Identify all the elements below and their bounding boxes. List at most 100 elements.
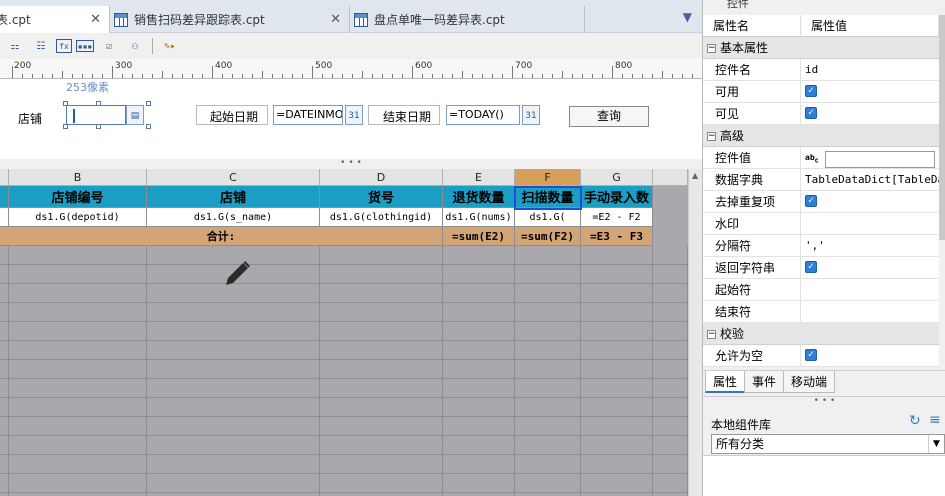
store-combo[interactable] [66,105,126,125]
panel-split-handle[interactable]: • • • [703,396,945,406]
empty-cell[interactable] [653,455,688,474]
tab-properties[interactable]: 属性 [705,371,746,393]
empty-cell[interactable] [443,246,515,265]
empty-cell[interactable] [9,474,147,493]
empty-cell[interactable] [9,303,147,322]
allow-empty-checkbox[interactable]: ✓ [805,349,817,361]
end-date-input[interactable]: =TODAY() [446,105,520,125]
empty-cell[interactable] [515,398,581,417]
collapse-icon[interactable]: − [707,132,716,141]
empty-cell[interactable] [515,303,581,322]
category-basic[interactable]: − 基本属性 [703,37,939,59]
prop-end-char[interactable]: 结束符 [703,301,939,323]
total-cell[interactable]: =sum(F2) [515,227,581,246]
dedupe-checkbox[interactable]: ✓ [805,195,817,207]
tab-report-3[interactable]: 盘点单唯一码差异表.cpt [350,6,585,33]
tab-mobile[interactable]: 移动端 [783,371,836,393]
empty-cell[interactable] [320,379,443,398]
resize-handle[interactable] [146,124,151,129]
empty-cell[interactable] [147,398,320,417]
empty-cell[interactable] [581,265,653,284]
close-icon[interactable]: ✕ [330,12,341,27]
prop-value[interactable]: id [801,59,939,81]
prop-widget-value[interactable]: 控件值 abc [703,147,939,169]
header-cell[interactable]: 店铺编号 [9,186,147,208]
prop-return-string[interactable]: 返回字符串 ✓ [703,257,939,279]
empty-cell[interactable] [443,265,515,284]
empty-cell[interactable] [320,341,443,360]
empty-cell[interactable] [653,246,688,265]
empty-cell[interactable] [0,341,9,360]
library-category-select[interactable]: 所有分类 ▼ [711,434,945,454]
start-date-input[interactable]: =DATEINMONTH [273,105,343,125]
empty-cell[interactable] [0,246,9,265]
prop-value[interactable]: ',' [801,235,939,257]
empty-cell[interactable] [147,436,320,455]
prop-start-char[interactable]: 起始符 [703,279,939,301]
empty-cell[interactable] [581,474,653,493]
header-cell[interactable]: 退货数量 [443,186,515,208]
empty-cell[interactable] [653,474,688,493]
empty-cell[interactable] [9,284,147,303]
empty-cell[interactable] [147,341,320,360]
empty-cell[interactable] [9,322,147,341]
prop-value[interactable] [801,279,939,301]
empty-cell[interactable] [9,379,147,398]
resize-handle[interactable] [96,124,101,129]
empty-cell[interactable] [320,284,443,303]
pane-collapse-handle[interactable]: • • • [0,159,702,169]
empty-cell[interactable] [9,265,147,284]
query-button[interactable]: 查询 [569,106,649,127]
empty-cell[interactable] [147,303,320,322]
empty-cell[interactable] [515,265,581,284]
empty-cell[interactable] [443,379,515,398]
prop-dedupe[interactable]: 去掉重复项 ✓ [703,191,939,213]
checkbox-icon[interactable]: ☑ [98,36,120,56]
tree-icon[interactable]: ⚇ [124,36,146,56]
grid-icon[interactable]: ☷ [30,36,52,56]
parameter-pane[interactable]: 253像素 店铺 ▤ 起始日期 =DATEINMONTH 31 结束日期 =TO… [0,79,702,159]
empty-cell[interactable] [653,379,688,398]
empty-cell[interactable] [515,341,581,360]
empty-cell[interactable] [0,398,9,417]
empty-cell[interactable] [9,417,147,436]
header-cell[interactable]: 店铺 [147,186,320,208]
empty-cell[interactable] [581,246,653,265]
empty-cell[interactable] [515,436,581,455]
empty-cell[interactable] [653,360,688,379]
empty-cell[interactable] [9,398,147,417]
empty-cell[interactable] [515,417,581,436]
empty-cell[interactable] [0,284,9,303]
empty-cell[interactable] [443,474,515,493]
col-header-d[interactable]: D [320,169,443,186]
menu-icon[interactable]: ≡ [929,412,941,428]
data-cell[interactable]: ds1.G(s_name) [147,208,320,227]
empty-cell[interactable] [9,455,147,474]
empty-cell[interactable] [443,284,515,303]
empty-cell[interactable] [515,284,581,303]
empty-cell[interactable] [0,436,9,455]
col-header-g[interactable]: G [581,169,653,186]
empty-cell[interactable] [9,436,147,455]
empty-cell[interactable] [9,341,147,360]
empty-cell[interactable] [581,379,653,398]
empty-cell[interactable] [320,398,443,417]
fx-icon[interactable]: fx [56,39,72,53]
col-header-b[interactable]: B [9,169,147,186]
empty-cell[interactable] [581,284,653,303]
resize-handle[interactable] [63,101,68,106]
empty-cell[interactable] [515,455,581,474]
refresh-icon[interactable]: ↻ [909,413,921,429]
header-cell[interactable] [0,186,9,208]
empty-cell[interactable] [320,455,443,474]
scroll-up-icon[interactable]: ▲ [692,171,698,180]
empty-cell[interactable] [443,398,515,417]
tab-report-1[interactable]: 表.cpt ✕ [0,6,110,33]
empty-cell[interactable] [653,398,688,417]
resize-handle[interactable] [96,101,101,106]
chevron-down-icon[interactable]: ▼ [928,435,944,453]
calendar-icon[interactable]: 31 [522,105,540,125]
empty-cell[interactable] [515,246,581,265]
data-cell[interactable]: ds1.G(clothingid) [320,208,443,227]
empty-cell[interactable] [320,360,443,379]
